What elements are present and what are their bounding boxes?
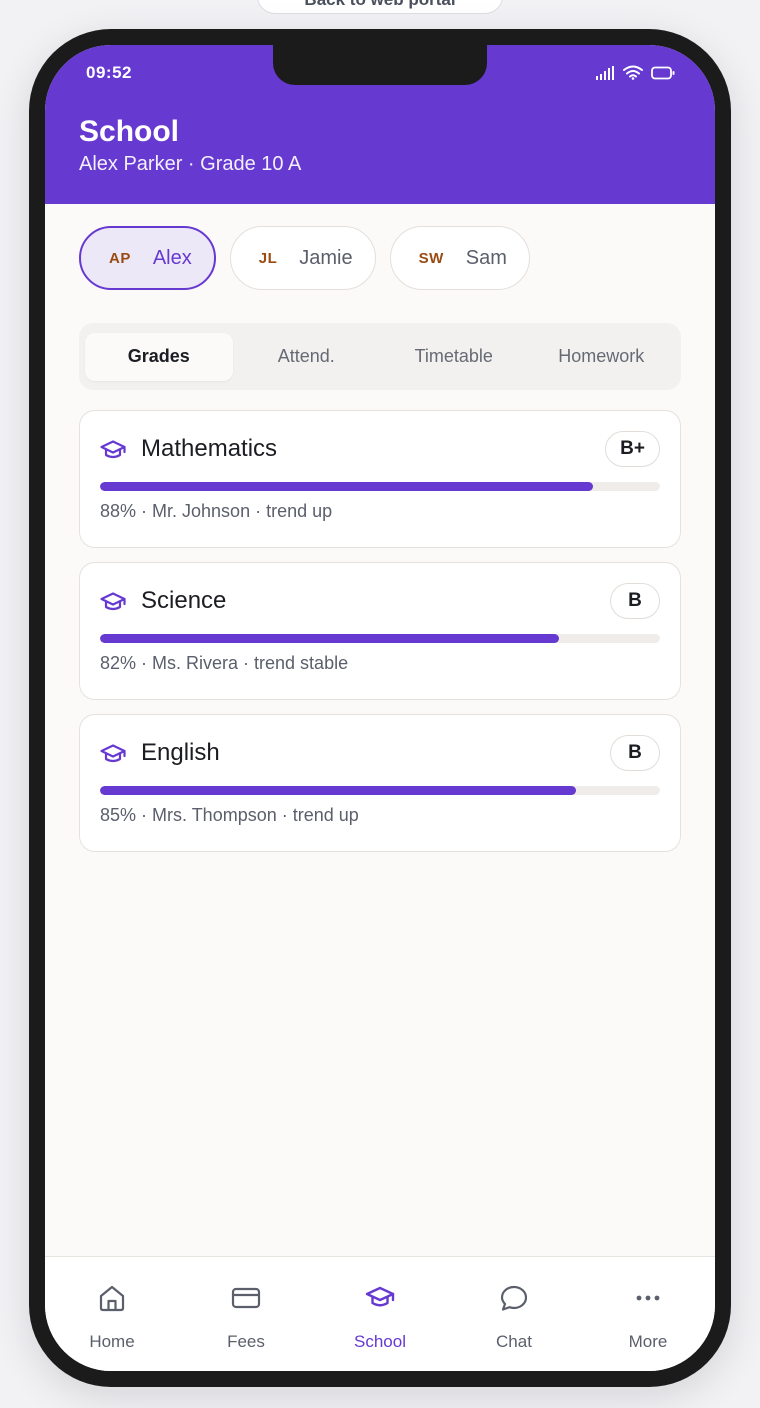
status-icons [595, 65, 675, 80]
page-title: School [79, 115, 180, 148]
graduation-cap-icon [100, 592, 126, 611]
grade-meta: 82% · Ms. Rivera · trend stable [100, 653, 349, 673]
grade-card[interactable]: Science B 82% · Ms. Rivera · trend stabl… [79, 562, 681, 700]
child-chip-jamie[interactable]: JL Jamie [229, 226, 376, 290]
phone-frame: 09:52 School Alex Parker · Grade 10 A AP… [29, 29, 731, 1387]
tab-homework[interactable]: Homework [528, 333, 676, 381]
nav-fees[interactable]: Fees [179, 1257, 313, 1371]
child-initials: SW [418, 249, 444, 267]
section-tabs: Grades Attend. Timetable Homework [79, 323, 681, 390]
grade-progress-bar [100, 634, 660, 643]
nav-label: Fees [227, 1332, 265, 1351]
grade-progress-fill [100, 786, 576, 795]
grade-progress-bar [100, 786, 660, 795]
grade-badge: B [610, 583, 660, 619]
status-time: 09:52 [86, 63, 132, 82]
nav-label: More [628, 1332, 668, 1351]
app-screen: 09:52 School Alex Parker · Grade 10 A AP… [45, 45, 715, 1371]
graduation-cap-icon [365, 1286, 395, 1307]
wifi-icon [623, 65, 643, 80]
more-dots-icon [636, 1295, 660, 1301]
child-chip-sam[interactable]: SW Sam [389, 226, 530, 290]
child-initials: JL [258, 249, 278, 267]
back-to-portal-label: Back to web portal [304, 0, 455, 10]
grade-progress-fill [100, 634, 560, 643]
bottom-navigation: Home Fees School Chat More [45, 1256, 715, 1371]
grade-card[interactable]: English B 85% · Mrs. Thompson · trend up [79, 714, 681, 852]
nav-label: Chat [496, 1332, 532, 1351]
grade-badge: B [610, 735, 660, 771]
nav-school[interactable]: School [313, 1257, 447, 1371]
home-icon [99, 1285, 125, 1312]
back-to-portal-button[interactable]: Back to web portal [257, 0, 503, 14]
tab-grades[interactable]: Grades [85, 332, 233, 381]
student-subtitle: Alex Parker · Grade 10 A [79, 153, 302, 175]
nav-label: Home [89, 1332, 135, 1351]
tab-timetable[interactable]: Timetable [380, 333, 528, 381]
nav-label: School [354, 1332, 406, 1351]
nav-more[interactable]: More [581, 1257, 715, 1371]
battery-icon [651, 66, 675, 79]
subject-name: English [141, 739, 220, 766]
grades-list: Mathematics B+ 88% · Mr. Johnson · trend… [79, 410, 681, 866]
child-name: Jamie [299, 246, 353, 269]
child-name: Alex [152, 246, 192, 269]
nav-home[interactable]: Home [45, 1257, 179, 1371]
nav-chat[interactable]: Chat [447, 1257, 581, 1371]
chat-bubble-icon [500, 1285, 528, 1311]
graduation-cap-icon [100, 744, 126, 763]
grade-meta: 85% · Mrs. Thompson · trend up [100, 805, 359, 825]
child-selector: AP Alex JL Jamie SW Sam [79, 226, 530, 290]
grade-progress-bar [100, 482, 660, 491]
child-name: Sam [465, 246, 507, 269]
phone-notch [273, 45, 487, 85]
signal-icon [596, 65, 614, 80]
grade-badge: B+ [605, 431, 660, 467]
graduation-cap-icon [100, 440, 126, 459]
grade-progress-fill [100, 482, 593, 491]
child-chip-alex[interactable]: AP Alex [79, 226, 216, 290]
tab-attendance[interactable]: Attend. [233, 333, 381, 381]
grade-card[interactable]: Mathematics B+ 88% · Mr. Johnson · trend… [79, 410, 681, 548]
subject-name: Mathematics [141, 435, 278, 462]
grade-meta: 88% · Mr. Johnson · trend up [100, 501, 333, 521]
child-initials: AP [109, 249, 131, 267]
subject-name: Science [141, 587, 227, 614]
credit-card-icon [231, 1287, 261, 1309]
